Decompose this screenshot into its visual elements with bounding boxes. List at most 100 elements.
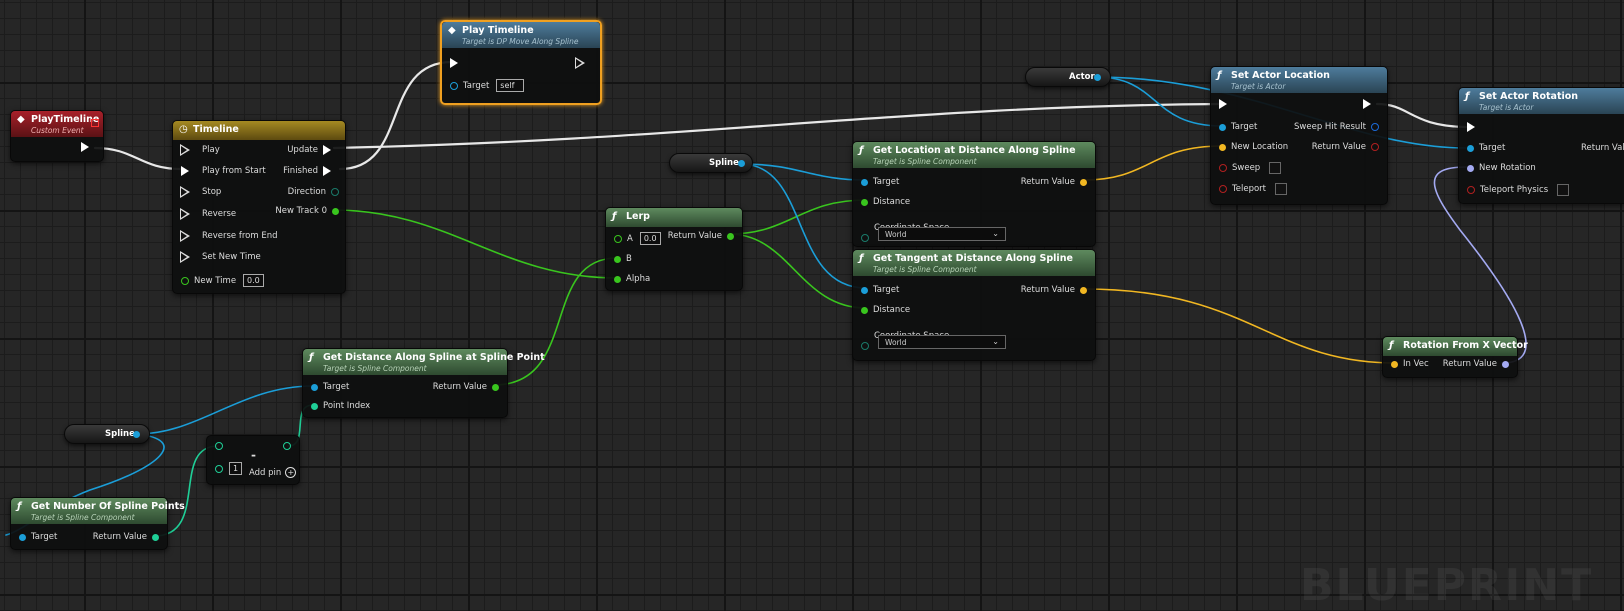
pin-direction[interactable]: Direction	[283, 187, 339, 197]
pin-play[interactable]: Play	[180, 144, 225, 156]
pin-target[interactable]: Target	[861, 285, 904, 295]
exec-pin-icon	[1467, 122, 1483, 132]
object-pin-icon[interactable]	[738, 160, 745, 167]
pin-finished[interactable]: Finished	[278, 166, 339, 176]
var-spline-top[interactable]: Spline	[669, 153, 753, 173]
pin-in-vec[interactable]: In Vec	[1391, 359, 1434, 369]
pin-exec-out[interactable]	[81, 142, 97, 152]
node-timeline[interactable]: ◷ Timeline Play Play from Start Stop Rev…	[172, 120, 346, 294]
teleport-physics-checkbox[interactable]	[1557, 184, 1570, 196]
new-time-input[interactable]: 0.0	[243, 274, 264, 287]
int-pin-icon	[283, 442, 291, 450]
object-pin-icon	[311, 383, 318, 391]
pin-b[interactable]: 1	[215, 462, 243, 475]
pin-new-rotation[interactable]: New Rotation	[1467, 163, 1541, 173]
node-subtract[interactable]: 1 - Add pin +	[206, 435, 300, 485]
pin-new-location[interactable]: New Location	[1219, 142, 1293, 152]
pin-exec-in[interactable]	[450, 58, 466, 68]
node-subtitle: Target is Spline Component	[873, 265, 977, 274]
pin-target[interactable]: Target	[1467, 143, 1510, 153]
pin-set-new-time[interactable]: Set New Time	[180, 251, 266, 263]
object-pin-icon	[861, 178, 868, 186]
pin-return-value[interactable]: Return Value	[663, 231, 734, 241]
bool-pin-icon	[1467, 186, 1475, 194]
node-get-distance-at-spline-point[interactable]: ƒ Get Distance Along Spline at Spline Po…	[302, 348, 545, 418]
pin-target[interactable]: Target	[311, 382, 354, 392]
node-play-timeline-event[interactable]: ◆ PlayTimeline Custom Event	[10, 110, 104, 162]
pin-return-value[interactable]: Return Value	[1016, 285, 1087, 295]
coordinate-space-dropdown[interactable]: World ⌄	[878, 335, 1006, 349]
pin-return-value[interactable]: Return Value	[428, 382, 499, 392]
pin-a[interactable]: A 0.0	[614, 232, 661, 245]
pin-update[interactable]: Update	[282, 145, 339, 155]
pin-sweep[interactable]: Sweep	[1219, 162, 1282, 174]
pin-new-track-0[interactable]: New Track 0	[270, 206, 339, 216]
b-value-input[interactable]: 1	[229, 462, 243, 475]
node-get-location-at-distance[interactable]: ƒ Get Location at Distance Along Spline …	[852, 141, 1096, 247]
node-header: ƒ Lerp	[606, 208, 742, 227]
node-set-actor-location[interactable]: ƒ Set Actor Location Target is Actor Tar…	[1210, 66, 1388, 205]
node-subtitle: Target is Actor	[1479, 103, 1534, 112]
struct-pin-icon	[1371, 123, 1379, 131]
pin-return-value[interactable]: Return Value	[1438, 359, 1509, 369]
pin-return-value[interactable]	[283, 442, 291, 450]
node-play-timeline-call[interactable]: ◆ Play Timeline Target is DP Move Along …	[440, 20, 602, 105]
pin-new-time[interactable]: New Time 0.0	[181, 274, 264, 287]
node-set-actor-rotation[interactable]: ƒ Set Actor Rotation Target is Actor Tar…	[1458, 87, 1624, 204]
node-rotation-from-x-vector[interactable]: ƒ Rotation From X Vector In Vec Return V…	[1382, 336, 1528, 378]
pin-teleport[interactable]: Teleport	[1219, 183, 1287, 195]
object-pin-icon[interactable]	[133, 431, 140, 438]
pin-teleport-physics[interactable]: Teleport Physics	[1467, 184, 1570, 196]
pin-sweep-hit-result[interactable]: Sweep Hit Result	[1289, 122, 1379, 132]
pin-target[interactable]: Target	[1219, 122, 1262, 132]
pin-reverse-from-end[interactable]: Reverse from End	[180, 230, 283, 242]
pin-return-value[interactable]: Return Value	[88, 532, 159, 542]
float-pin-icon	[614, 275, 621, 283]
pin-exec-in[interactable]	[1467, 122, 1483, 132]
int-pin-icon	[152, 533, 159, 541]
pin-target[interactable]: Target	[861, 177, 904, 187]
pin-target[interactable]: Target self	[450, 79, 525, 92]
pin-exec-in[interactable]	[1219, 99, 1235, 109]
delegate-pin-icon[interactable]	[91, 119, 99, 127]
coordinate-space-dropdown[interactable]: World ⌄	[878, 227, 1006, 241]
pin-return-value[interactable]: Return Value	[1307, 142, 1379, 152]
int-pin-icon	[311, 402, 318, 410]
pin-b[interactable]: B	[614, 254, 637, 264]
chevron-down-icon: ⌄	[992, 337, 999, 346]
pin-return-value[interactable]: Return Value	[1016, 177, 1087, 187]
pin-point-index[interactable]: Point Index	[311, 401, 375, 411]
wire-float-lerp-to-tan-distance	[728, 233, 867, 309]
pin-alpha[interactable]: Alpha	[614, 274, 655, 284]
function-icon: ƒ	[1465, 91, 1470, 102]
a-value-input[interactable]: 0.0	[639, 232, 661, 245]
node-title: Get Tangent at Distance Along Spline	[873, 253, 1073, 264]
pin-stop[interactable]: Stop	[180, 186, 226, 198]
chevron-down-icon: ⌄	[992, 229, 999, 238]
var-actor[interactable]: Actor	[1025, 67, 1111, 87]
node-get-number-of-spline-points[interactable]: ƒ Get Number Of Spline Points Target is …	[10, 497, 185, 550]
node-get-tangent-at-distance[interactable]: ƒ Get Tangent at Distance Along Spline T…	[852, 249, 1096, 361]
pin-distance[interactable]: Distance	[861, 305, 915, 315]
add-pin-button[interactable]: Add pin +	[249, 467, 297, 478]
node-header: ƒ Get Tangent at Distance Along Spline T…	[853, 250, 1095, 276]
wire-obj-actor-to-setloc	[1095, 76, 1223, 127]
pin-distance[interactable]: Distance	[861, 197, 915, 207]
sweep-checkbox[interactable]	[1269, 162, 1282, 174]
pin-reverse[interactable]: Reverse	[180, 208, 241, 220]
target-self-field[interactable]: self	[496, 79, 525, 92]
var-spline-bottom[interactable]: Spline	[64, 424, 150, 444]
function-icon: ƒ	[309, 352, 314, 363]
pin-play-from-start[interactable]: Play from Start	[181, 166, 271, 176]
pin-exec-out[interactable]	[1363, 99, 1379, 109]
node-subtitle: Target is DP Move Along Spline	[462, 37, 579, 46]
pin-exec-out[interactable]	[575, 57, 592, 69]
pin-a[interactable]	[215, 442, 223, 450]
wire-exec-finished-to-playtimeline	[338, 60, 454, 171]
object-pin-icon[interactable]	[1094, 74, 1101, 81]
teleport-checkbox[interactable]	[1275, 183, 1287, 195]
node-lerp[interactable]: ƒ Lerp A 0.0 B Alpha Return Value	[605, 207, 743, 291]
rotator-pin-icon	[1467, 164, 1474, 172]
pin-target[interactable]: Target	[19, 532, 62, 542]
bool-pin-icon	[1371, 143, 1379, 151]
